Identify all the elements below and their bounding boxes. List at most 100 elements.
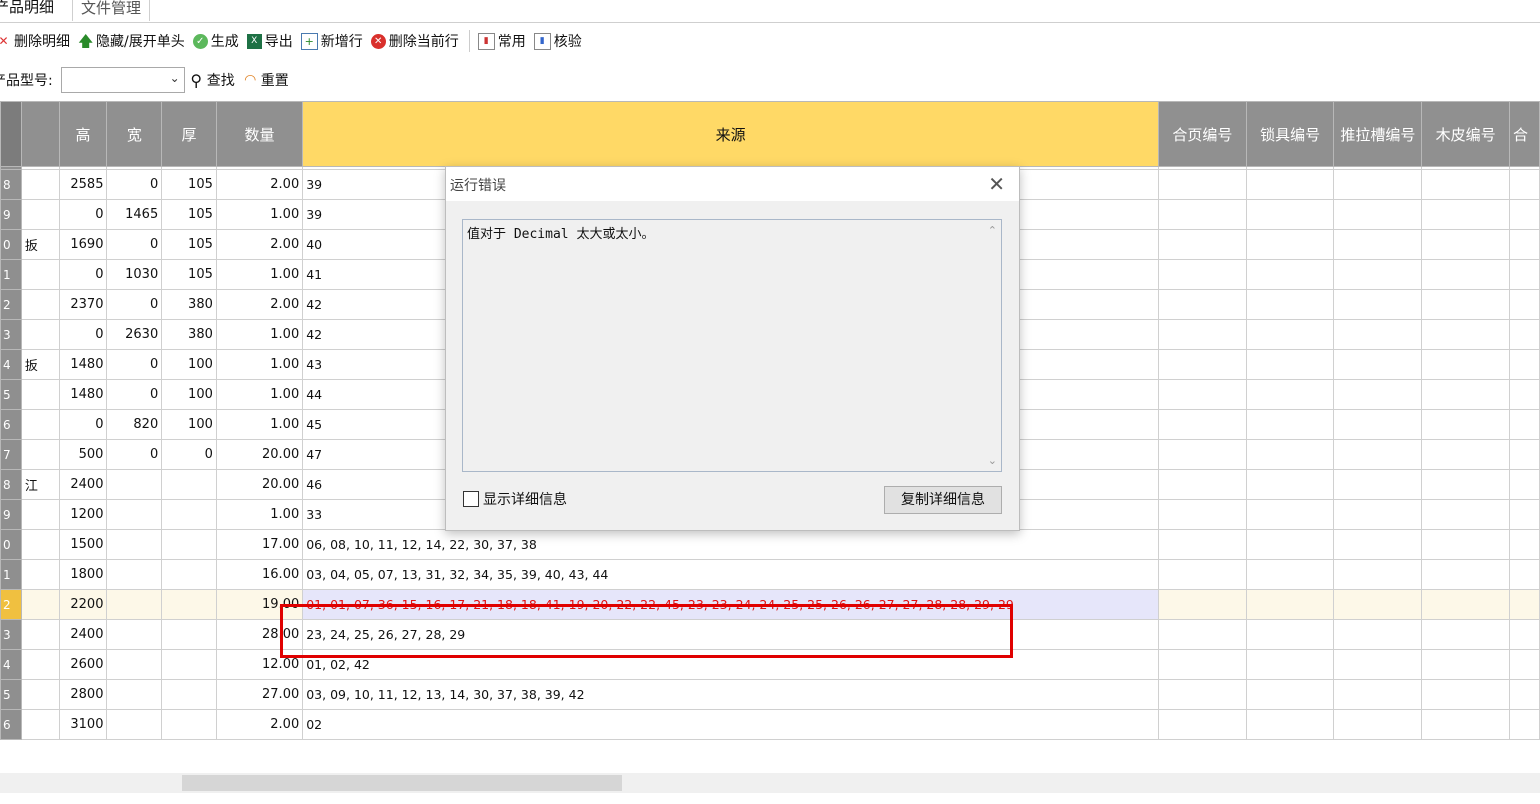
row-header[interactable]: 0 xyxy=(0,229,22,260)
cell-veneer-no[interactable] xyxy=(1421,499,1510,530)
cell-veneer-no[interactable] xyxy=(1421,439,1510,470)
cell-height[interactable]: 1500 xyxy=(58,529,108,560)
cell-slide-slot-no[interactable] xyxy=(1333,499,1423,530)
cell-height[interactable]: 2400 xyxy=(58,619,108,650)
cell-more[interactable] xyxy=(1509,469,1540,500)
cell-thickness[interactable]: 0 xyxy=(161,439,217,470)
cell-lock-no[interactable] xyxy=(1245,589,1335,620)
cell-more[interactable] xyxy=(1509,619,1540,650)
cell-slide-slot-no[interactable] xyxy=(1333,649,1423,680)
row-header[interactable]: 2 xyxy=(0,289,22,320)
cell-width[interactable]: 0 xyxy=(106,349,163,380)
cell-width[interactable] xyxy=(106,679,163,710)
row-header[interactable]: 8 xyxy=(0,469,22,500)
cell-source[interactable]: 06, 08, 10, 11, 12, 14, 22, 30, 37, 38 xyxy=(302,529,1160,560)
cell-slide-slot-no[interactable] xyxy=(1333,259,1423,290)
header-source[interactable]: 来源 xyxy=(302,101,1160,167)
common-button[interactable]: ▮ 常用 xyxy=(477,31,526,51)
cell-more[interactable] xyxy=(1509,229,1540,260)
cell-thickness[interactable] xyxy=(161,529,217,560)
cell-veneer-no[interactable] xyxy=(1421,319,1510,350)
cell-height[interactable]: 1690 xyxy=(58,229,108,260)
cell-more[interactable] xyxy=(1509,289,1540,320)
cell-lock-no[interactable] xyxy=(1245,199,1335,230)
cell-lock-no[interactable] xyxy=(1245,469,1335,500)
cell-hinge-no[interactable] xyxy=(1158,289,1247,320)
cell-hinge-no[interactable] xyxy=(1158,379,1247,410)
cell-thickness[interactable]: 105 xyxy=(161,229,217,260)
header-slide-slot-no[interactable]: 推拉槽编号 xyxy=(1333,101,1423,167)
cell-col[interactable] xyxy=(20,619,60,650)
cell-more[interactable] xyxy=(1509,529,1540,560)
cell-width[interactable]: 0 xyxy=(106,379,163,410)
cell-width[interactable]: 0 xyxy=(106,169,163,200)
row-header[interactable]: 5 xyxy=(0,379,22,410)
cell-lock-no[interactable] xyxy=(1245,559,1335,590)
row-header[interactable]: 2 xyxy=(0,589,22,620)
cell-more[interactable] xyxy=(1509,169,1540,200)
cell-quantity[interactable]: 1.00 xyxy=(215,409,304,440)
cell-slide-slot-no[interactable] xyxy=(1333,709,1423,740)
cell-height[interactable]: 2370 xyxy=(58,289,108,320)
checkbox-box[interactable] xyxy=(463,491,479,507)
cell-quantity[interactable]: 1.00 xyxy=(215,199,304,230)
table-row[interactable]: 5 2800 27.00 03, 09, 10, 11, 12, 13, 14, 30… xyxy=(0,679,1540,710)
cell-more[interactable] xyxy=(1509,439,1540,470)
new-row-button[interactable]: + 新增行 xyxy=(300,31,363,51)
cell-veneer-no[interactable] xyxy=(1421,679,1510,710)
row-header[interactable]: 3 xyxy=(0,619,22,650)
cell-height[interactable]: 2585 xyxy=(58,169,108,200)
cell-height[interactable]: 1480 xyxy=(58,349,108,380)
cell-hinge-no[interactable] xyxy=(1158,619,1247,650)
cell-veneer-no[interactable] xyxy=(1421,469,1510,500)
cell-height[interactable]: 2400 xyxy=(58,469,108,500)
cell-width[interactable]: 2630 xyxy=(106,319,163,350)
row-header[interactable]: 0 xyxy=(0,529,22,560)
cell-hinge-no[interactable] xyxy=(1158,439,1247,470)
cell-lock-no[interactable] xyxy=(1245,439,1335,470)
toggle-header-button[interactable]: 🡅 隐藏/展开单头 xyxy=(78,31,185,51)
cell-quantity[interactable]: 1.00 xyxy=(215,379,304,410)
cell-hinge-no[interactable] xyxy=(1158,589,1247,620)
cell-width[interactable] xyxy=(106,499,163,530)
header-height[interactable]: 高 xyxy=(58,101,108,167)
cell-source[interactable]: 03, 04, 05, 07, 13, 31, 32, 34, 35, 39, … xyxy=(302,559,1160,590)
error-message-box[interactable]: 值对于 Decimal 太大或太小。 ⌃ ⌄ xyxy=(462,219,1002,472)
cell-height[interactable]: 2600 xyxy=(58,649,108,680)
row-header[interactable]: 9 xyxy=(0,499,22,530)
cell-width[interactable] xyxy=(106,529,163,560)
cell-slide-slot-no[interactable] xyxy=(1333,589,1423,620)
cell-width[interactable] xyxy=(106,619,163,650)
cell-quantity[interactable]: 2.00 xyxy=(215,709,304,740)
cell-col[interactable] xyxy=(20,379,60,410)
cell-veneer-no[interactable] xyxy=(1421,559,1510,590)
cell-slide-slot-no[interactable] xyxy=(1333,289,1423,320)
cell-more[interactable] xyxy=(1509,559,1540,590)
cell-veneer-no[interactable] xyxy=(1421,199,1510,230)
cell-col[interactable] xyxy=(20,289,60,320)
cell-more[interactable] xyxy=(1509,259,1540,290)
row-header[interactable]: 7 xyxy=(0,439,22,470)
cell-thickness[interactable]: 100 xyxy=(161,349,217,380)
cell-col[interactable] xyxy=(20,319,60,350)
cell-width[interactable]: 1465 xyxy=(106,199,163,230)
cell-col[interactable] xyxy=(20,259,60,290)
show-detail-checkbox[interactable]: 显示详细信息 xyxy=(463,489,567,509)
cell-height[interactable]: 0 xyxy=(58,409,108,440)
cell-slide-slot-no[interactable] xyxy=(1333,409,1423,440)
cell-more[interactable] xyxy=(1509,199,1540,230)
cell-thickness[interactable] xyxy=(161,469,217,500)
cell-quantity[interactable]: 20.00 xyxy=(215,439,304,470)
cell-thickness[interactable]: 105 xyxy=(161,199,217,230)
cell-height[interactable]: 0 xyxy=(58,319,108,350)
cell-hinge-no[interactable] xyxy=(1158,259,1247,290)
cell-quantity[interactable]: 2.00 xyxy=(215,289,304,320)
cell-width[interactable] xyxy=(106,649,163,680)
cell-width[interactable] xyxy=(106,589,163,620)
cell-slide-slot-no[interactable] xyxy=(1333,469,1423,500)
cell-quantity[interactable]: 1.00 xyxy=(215,499,304,530)
cell-veneer-no[interactable] xyxy=(1421,649,1510,680)
cell-lock-no[interactable] xyxy=(1245,169,1335,200)
cell-quantity[interactable]: 1.00 xyxy=(215,259,304,290)
cell-lock-no[interactable] xyxy=(1245,379,1335,410)
